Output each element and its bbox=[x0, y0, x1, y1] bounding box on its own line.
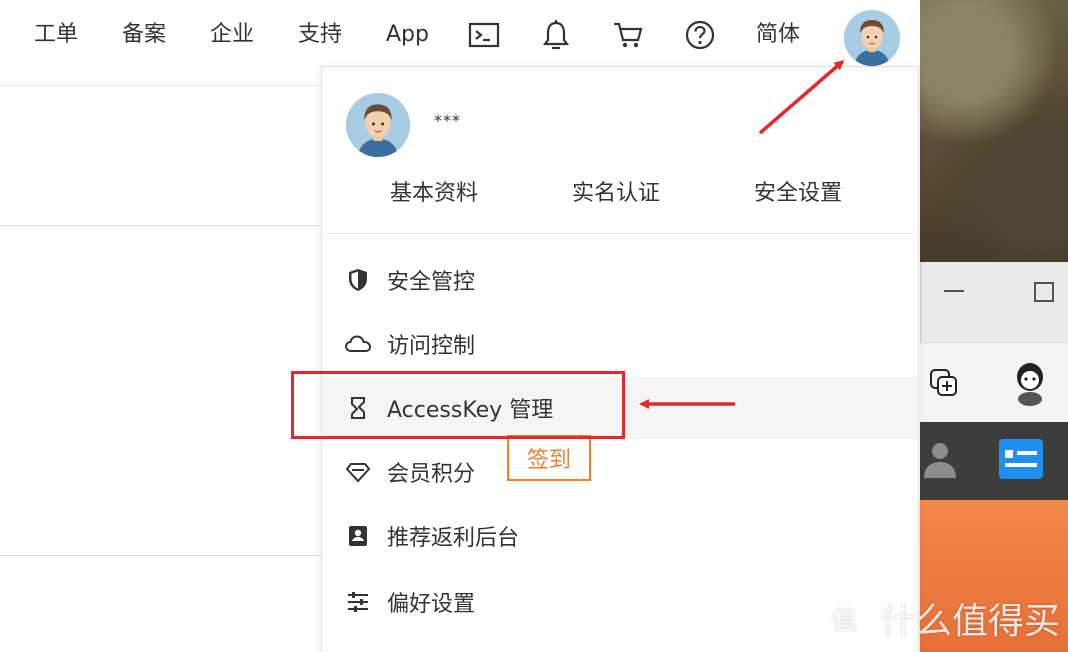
background-window-toolbar bbox=[920, 342, 1068, 422]
language-switch[interactable]: 简体 bbox=[756, 18, 800, 52]
menu-item-member-points[interactable]: 会员积分 签到 bbox=[322, 435, 918, 503]
nav-app[interactable]: App bbox=[386, 18, 429, 52]
menu-label: 推荐返利后台 bbox=[387, 526, 520, 551]
person-icon[interactable] bbox=[920, 438, 960, 482]
id-card-icon[interactable] bbox=[998, 438, 1044, 484]
shield-icon bbox=[344, 266, 372, 294]
diamond-icon bbox=[344, 458, 372, 486]
menu-label: 会员积分 bbox=[387, 462, 476, 487]
menu-label: 安全管控 bbox=[387, 270, 476, 295]
link-basic-profile[interactable]: 基本资料 bbox=[390, 175, 478, 207]
background-photo bbox=[920, 0, 1068, 262]
nav-enterprise[interactable]: 企业 bbox=[210, 18, 254, 52]
background-window-titlebar bbox=[920, 262, 1068, 342]
help-icon[interactable] bbox=[682, 16, 718, 54]
nav-ticket[interactable]: 工单 bbox=[34, 18, 78, 52]
mascot-avatar bbox=[1008, 357, 1052, 407]
watermark: 值 什么值得买 bbox=[822, 592, 1060, 644]
watermark-text: 什么值得买 bbox=[880, 601, 1061, 642]
menu-label: 访问控制 bbox=[387, 334, 476, 359]
add-window-icon[interactable] bbox=[928, 367, 960, 403]
minimize-icon[interactable] bbox=[944, 290, 964, 292]
maximize-icon[interactable] bbox=[1034, 282, 1054, 302]
annotation-highlight-box bbox=[291, 371, 625, 439]
sliders-icon bbox=[344, 588, 372, 616]
portrait-icon bbox=[344, 522, 372, 550]
user-dropdown-menu: *** 基本资料 实名认证 安全设置 安全管控 访问控制 AccessKey 管… bbox=[321, 66, 919, 652]
page-divider bbox=[0, 225, 322, 226]
link-real-name-verification[interactable]: 实名认证 bbox=[572, 175, 660, 207]
user-avatar[interactable] bbox=[844, 10, 900, 66]
cloud-icon bbox=[344, 330, 372, 358]
username: *** bbox=[434, 111, 461, 130]
link-security-settings[interactable]: 安全设置 bbox=[754, 175, 842, 207]
page-divider bbox=[0, 555, 322, 556]
nav-support[interactable]: 支持 bbox=[298, 18, 342, 52]
menu-item-access-control[interactable]: 访问控制 bbox=[322, 313, 918, 375]
dropdown-divider bbox=[322, 233, 918, 234]
bell-icon[interactable] bbox=[538, 16, 574, 54]
menu-label: 偏好设置 bbox=[387, 592, 476, 617]
dropdown-avatar bbox=[346, 93, 410, 157]
nav-icp-filing[interactable]: 备案 bbox=[122, 18, 166, 52]
watermark-logo: 值 bbox=[822, 596, 866, 640]
terminal-icon[interactable] bbox=[466, 16, 502, 54]
check-in-button[interactable]: 签到 bbox=[507, 435, 591, 481]
menu-item-referral-backend[interactable]: 推荐返利后台 bbox=[322, 505, 918, 567]
cart-icon[interactable] bbox=[610, 16, 646, 54]
menu-item-security-control[interactable]: 安全管控 bbox=[322, 249, 918, 311]
background-window-dock bbox=[920, 422, 1068, 500]
